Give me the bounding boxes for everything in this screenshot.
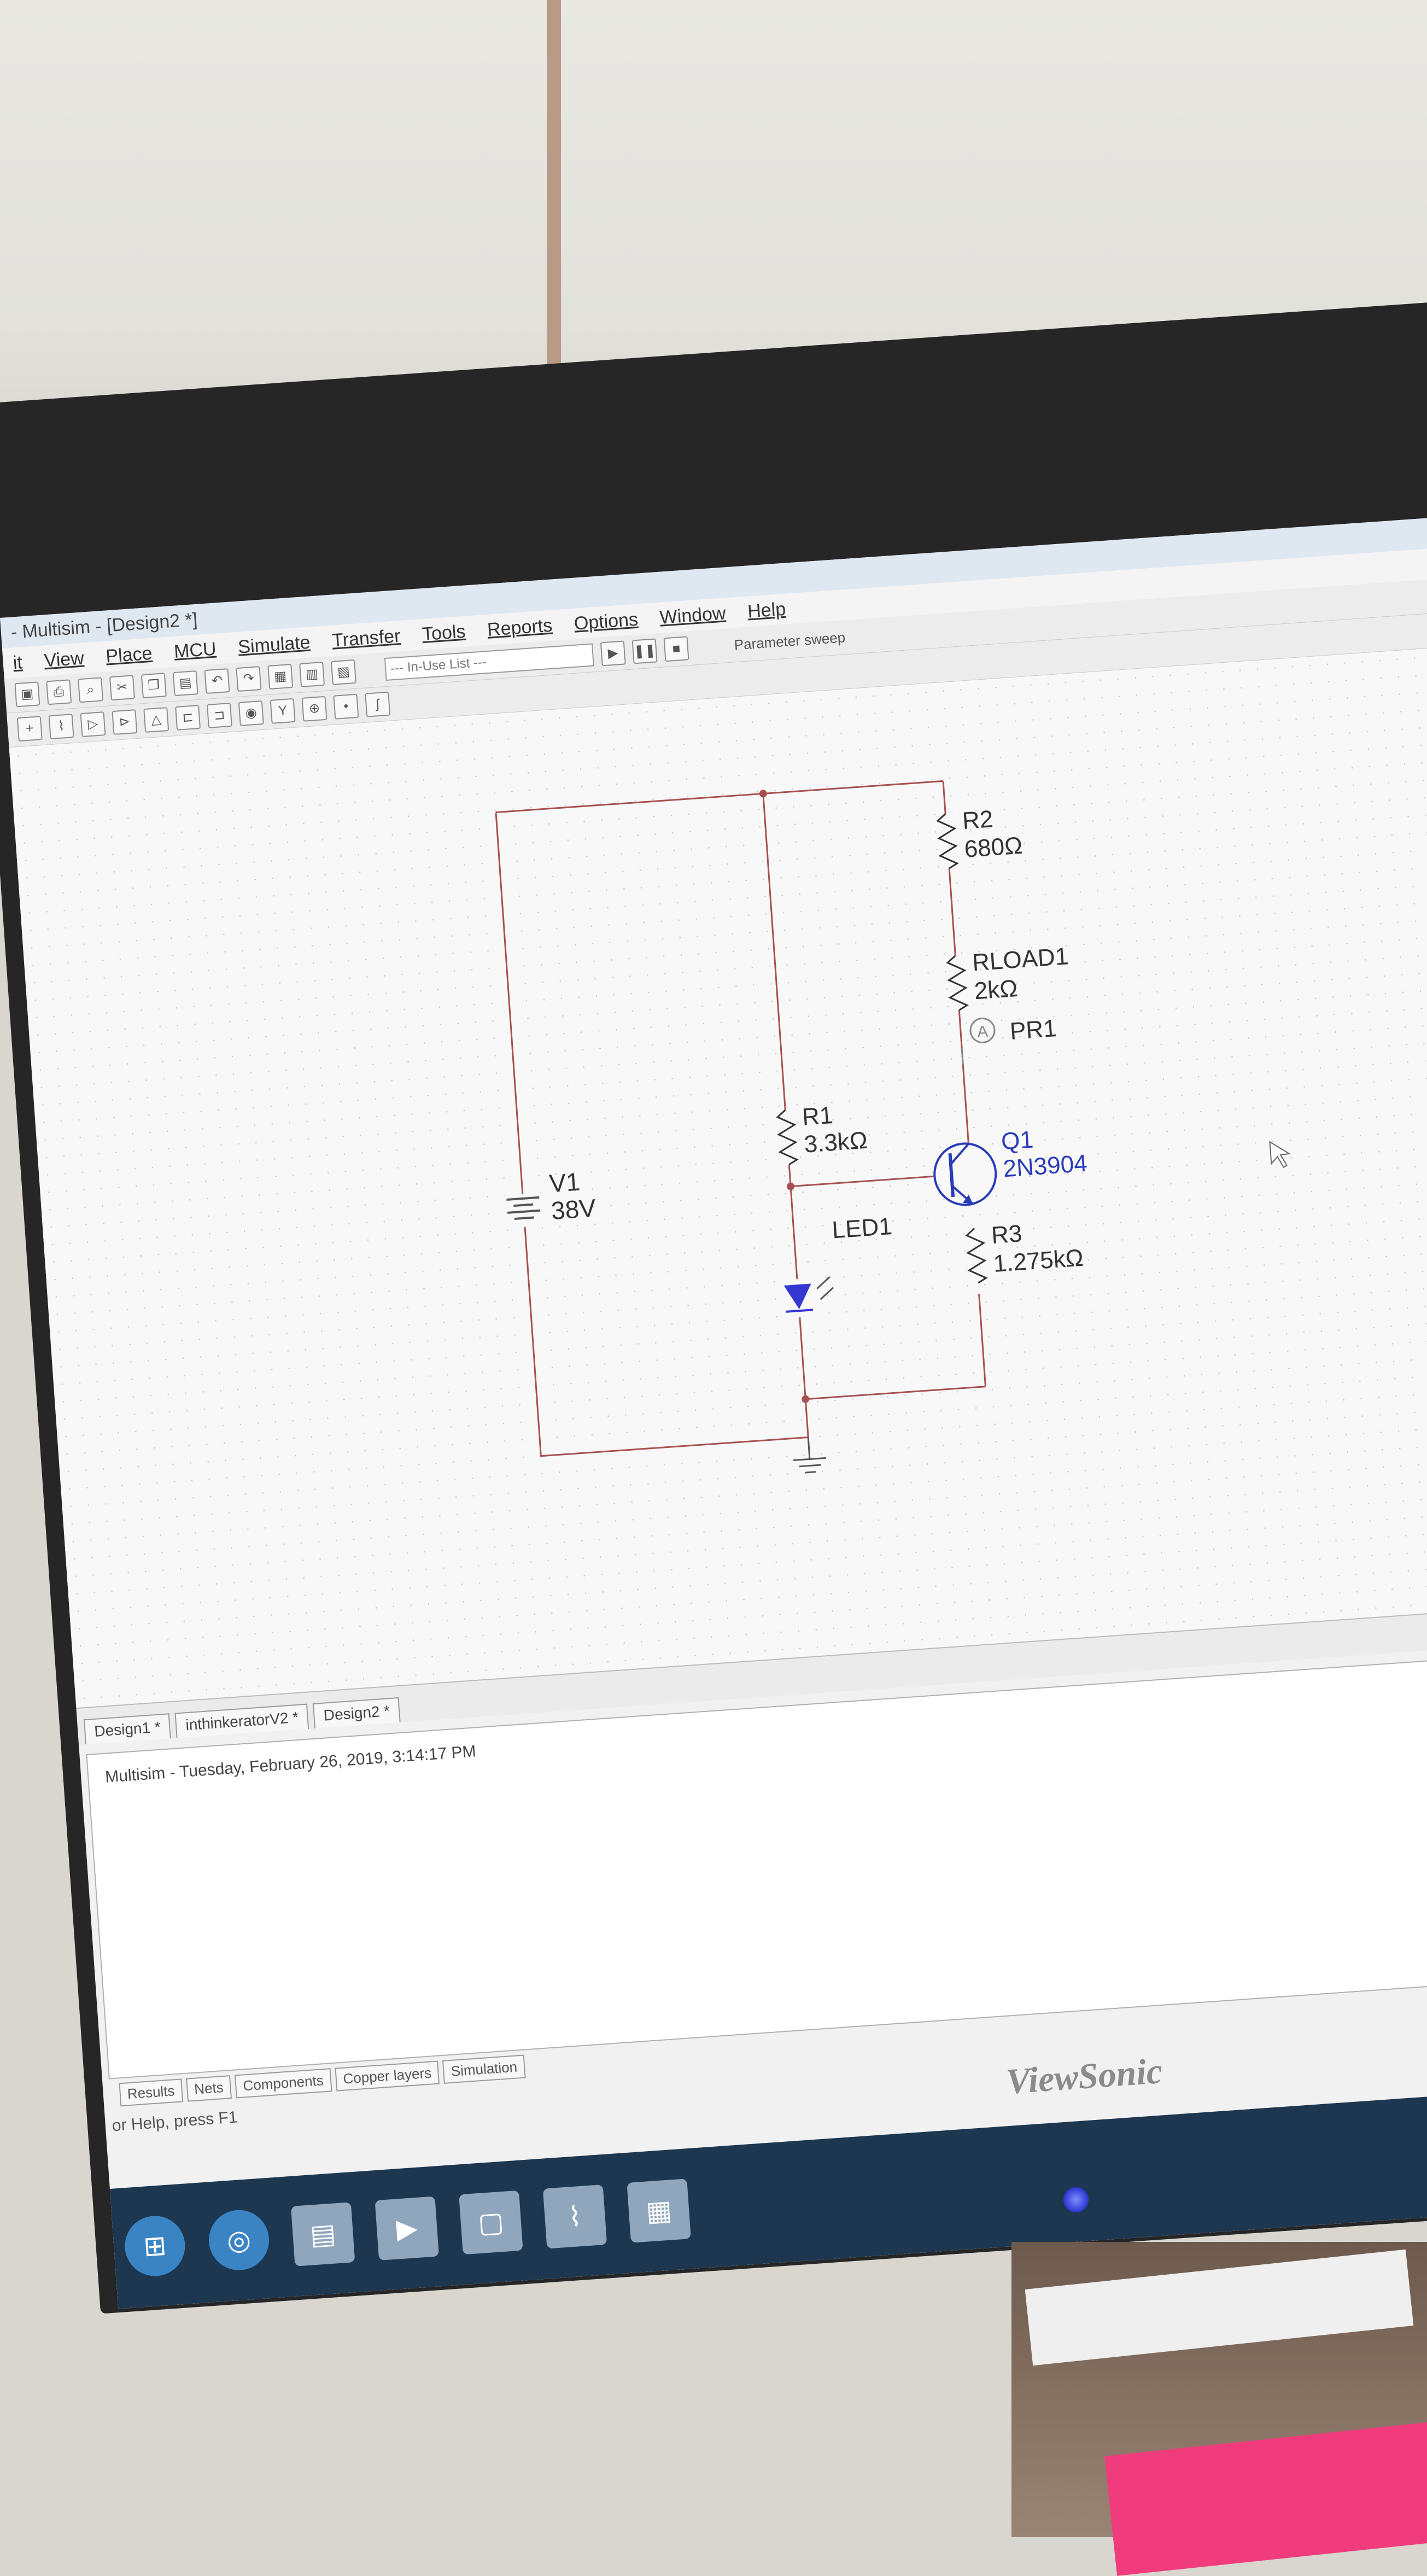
- place-antenna-icon[interactable]: Y: [270, 698, 296, 724]
- chrome-icon[interactable]: ◎: [207, 2208, 271, 2273]
- paste-icon[interactable]: ▤: [172, 670, 198, 697]
- tab-nets[interactable]: Nets: [185, 2075, 232, 2102]
- battery-v1[interactable]: [505, 1193, 542, 1228]
- place-diode-icon[interactable]: ▷: [80, 711, 106, 738]
- tab-inthinkerator[interactable]: inthinkeratorV2 *: [174, 1703, 309, 1738]
- menu-view[interactable]: View: [43, 647, 85, 671]
- start-button-icon[interactable]: ⊞: [122, 2213, 188, 2279]
- tab-design2[interactable]: Design2 *: [313, 1697, 401, 1728]
- r1-name: R1: [802, 1102, 834, 1131]
- multisim-icon[interactable]: ⌇: [542, 2184, 607, 2249]
- copy-icon[interactable]: ❐: [141, 673, 167, 699]
- q1-value: 2N3904: [1002, 1150, 1088, 1183]
- place-basic-icon[interactable]: ⌇: [48, 714, 74, 740]
- menu-edit[interactable]: it: [12, 652, 23, 674]
- save-icon[interactable]: ▣: [14, 681, 40, 708]
- stop-icon[interactable]: ■: [663, 636, 689, 662]
- place-ttl-icon[interactable]: ⊏: [175, 704, 201, 731]
- run-icon[interactable]: ▶: [600, 640, 626, 667]
- rload1-value: 2kΩ: [973, 975, 1019, 1004]
- explorer-icon[interactable]: ▤: [290, 2202, 355, 2267]
- parameter-sweep-button[interactable]: Parameter sweep: [734, 629, 846, 653]
- media-player-icon[interactable]: ▶: [375, 2196, 439, 2260]
- transistor-q1[interactable]: [932, 1142, 998, 1207]
- pr1-symbol: A: [976, 1023, 989, 1041]
- menu-options[interactable]: Options: [574, 609, 639, 634]
- menu-transfer[interactable]: Transfer: [331, 626, 401, 652]
- menu-help[interactable]: Help: [747, 598, 786, 622]
- led1-name: LED1: [831, 1213, 893, 1244]
- rload1-name: RLOAD1: [972, 943, 1069, 976]
- app-icon[interactable]: ▢: [459, 2190, 523, 2255]
- mouse-cursor-icon: [1269, 1141, 1291, 1169]
- place-indicator-icon[interactable]: ◉: [238, 700, 264, 726]
- resistor-rload1[interactable]: [945, 955, 969, 1011]
- power-led-icon: [1063, 2187, 1089, 2212]
- schematic-svg: V1 38V R1 3.3kΩ R2 680Ω RLOAD1 2kΩ A PR1…: [495, 780, 1291, 1474]
- place-bus-icon[interactable]: ʃ: [365, 691, 391, 717]
- r3-value: 1.275kΩ: [992, 1245, 1084, 1277]
- wires: [495, 780, 986, 1457]
- schematic-canvas[interactable]: V1 38V R1 3.3kΩ R2 680Ω RLOAD1 2kΩ A PR1…: [9, 647, 1427, 1709]
- undo-icon[interactable]: ↶: [204, 668, 230, 694]
- menu-mcu[interactable]: MCU: [173, 638, 217, 662]
- tab-design1[interactable]: Design1 *: [83, 1713, 172, 1745]
- place-junction-icon[interactable]: •: [333, 693, 359, 720]
- pause-icon[interactable]: ❚❚: [631, 638, 658, 664]
- grapher-icon[interactable]: ▥: [299, 661, 325, 687]
- redo-icon[interactable]: ↷: [236, 666, 262, 692]
- r2-value: 680Ω: [963, 832, 1023, 863]
- resistor-r2[interactable]: [935, 813, 960, 869]
- resistor-r1[interactable]: [775, 1109, 799, 1166]
- menu-place[interactable]: Place: [105, 642, 153, 667]
- menu-simulate[interactable]: Simulate: [237, 632, 311, 658]
- menu-reports[interactable]: Reports: [487, 615, 553, 640]
- place-cmos-icon[interactable]: ⊐: [206, 702, 232, 728]
- v1-value: 38V: [550, 1194, 597, 1225]
- place-connector-icon[interactable]: ⊕: [301, 696, 327, 722]
- place-source-icon[interactable]: +: [16, 716, 43, 742]
- toggle-view-icon[interactable]: ▦: [267, 664, 294, 690]
- print-preview-icon[interactable]: ⌕: [78, 677, 104, 703]
- place-transistor-icon[interactable]: ⊳: [112, 709, 138, 735]
- r3-name: R3: [991, 1220, 1024, 1249]
- screen: - Multisim - [Design2 *] it View Place M…: [0, 517, 1427, 2309]
- print-icon[interactable]: ⎙: [46, 679, 72, 705]
- ammeter-probe-pr1[interactable]: A: [960, 1017, 997, 1065]
- menu-tools[interactable]: Tools: [422, 621, 466, 645]
- spreadsheet-icon[interactable]: ▧: [330, 659, 356, 685]
- v1-name: V1: [548, 1167, 581, 1198]
- led-led1[interactable]: [780, 1276, 835, 1319]
- pr1-name: PR1: [1009, 1015, 1058, 1045]
- resistor-r3[interactable]: [964, 1228, 989, 1284]
- menu-window[interactable]: Window: [659, 603, 726, 628]
- r1-value: 3.3kΩ: [803, 1127, 868, 1158]
- cut-icon[interactable]: ✂: [109, 675, 135, 701]
- r2-name: R2: [962, 805, 995, 834]
- place-analog-icon[interactable]: △: [143, 707, 169, 733]
- q1-name: Q1: [1001, 1126, 1034, 1155]
- tab-results[interactable]: Results: [119, 2078, 183, 2107]
- ground-symbol: [793, 1437, 826, 1474]
- calculator-icon[interactable]: ▦: [627, 2178, 691, 2243]
